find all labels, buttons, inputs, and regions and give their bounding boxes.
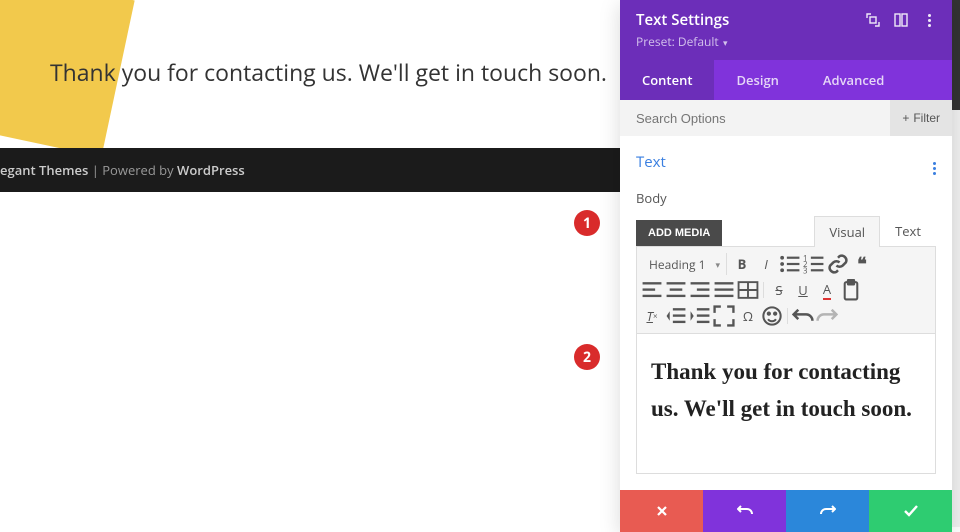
indent-icon[interactable] [689,305,711,327]
number-list-icon[interactable]: 123 [803,253,825,275]
strikethrough-icon[interactable]: S [768,279,790,301]
clipboard-icon[interactable] [840,279,862,301]
footer-theme: egant Themes [0,161,88,179]
panel-title: Text Settings [636,10,729,30]
divider [787,308,788,324]
svg-text:3: 3 [803,266,808,275]
tab-content[interactable]: Content [620,60,714,100]
tab-advanced[interactable]: Advanced [801,60,906,100]
annotation-badge-2: 2 [574,344,600,370]
editor-tab-text[interactable]: Text [880,215,936,246]
text-editor-body[interactable]: Thank you for contacting us. We'll get i… [636,334,936,474]
page-message: Thank you for contacting us. We'll get i… [50,56,607,88]
underline-icon[interactable]: U [792,279,814,301]
preset-selector[interactable]: Preset: Default ▾ [636,33,936,50]
search-input[interactable] [636,111,890,126]
plus-icon: + [902,111,909,125]
editor-content[interactable]: Thank you for contacting us. We'll get i… [651,354,921,428]
heading-select[interactable]: Heading 1 ▾ [641,253,727,275]
caret-down-icon: ▾ [721,36,728,49]
undo-button[interactable] [703,490,786,532]
filter-label: Filter [913,111,940,125]
clear-format-icon[interactable]: T× [641,305,663,327]
footer-platform: WordPress [177,161,245,179]
annotation-badge-1: 1 [574,210,600,236]
page-scrollbar-thumb[interactable] [952,0,960,110]
snap-icon[interactable] [894,13,908,27]
add-media-button[interactable]: ADD MEDIA [636,220,722,246]
bold-icon[interactable]: B [731,253,753,275]
text-color-icon[interactable]: A [816,279,838,301]
align-justify-icon[interactable] [713,279,735,301]
panel-tabs: Content Design Advanced [620,60,952,100]
redo-button[interactable] [786,490,869,532]
editor-tab-visual[interactable]: Visual [814,216,880,247]
align-center-icon[interactable] [665,279,687,301]
caret-down-icon: ▾ [715,258,720,271]
footer-sep: | Powered by [88,161,177,179]
redo-icon[interactable] [816,305,838,327]
special-char-icon[interactable]: Ω [737,305,759,327]
undo-icon[interactable] [792,305,814,327]
preset-label: Preset: Default [636,33,719,50]
filter-button[interactable]: + Filter [890,100,952,136]
save-button[interactable] [869,490,952,532]
section-menu-icon[interactable] [933,148,936,175]
text-settings-panel: Text Settings Preset: Default ▾ Content … [620,0,952,532]
expand-icon[interactable] [866,13,880,27]
text-section: Text Body ADD MEDIA Visual Text Heading … [620,136,952,490]
body-label: Body [636,189,936,207]
italic-icon[interactable]: I [755,253,777,275]
link-icon[interactable] [827,253,849,275]
divider [763,282,764,298]
emoji-icon[interactable] [761,305,783,327]
editor-toolbar: Heading 1 ▾ B I 123 ❝ S U A [636,246,936,334]
section-title: Text [636,152,666,172]
fullscreen-icon[interactable] [713,305,735,327]
align-right-icon[interactable] [689,279,711,301]
panel-actions [620,490,952,532]
align-left-icon[interactable] [641,279,663,301]
editor-tabs: Visual Text [814,215,936,246]
panel-menu-icon[interactable] [922,13,936,27]
table-icon[interactable] [737,279,759,301]
blockquote-icon[interactable]: ❝ [851,253,873,275]
close-button[interactable] [620,490,703,532]
heading-select-label: Heading 1 [649,256,705,273]
search-row: + Filter [620,100,952,136]
outdent-icon[interactable] [665,305,687,327]
panel-header: Text Settings Preset: Default ▾ [620,0,952,60]
bullet-list-icon[interactable] [779,253,801,275]
tab-design[interactable]: Design [714,60,800,100]
